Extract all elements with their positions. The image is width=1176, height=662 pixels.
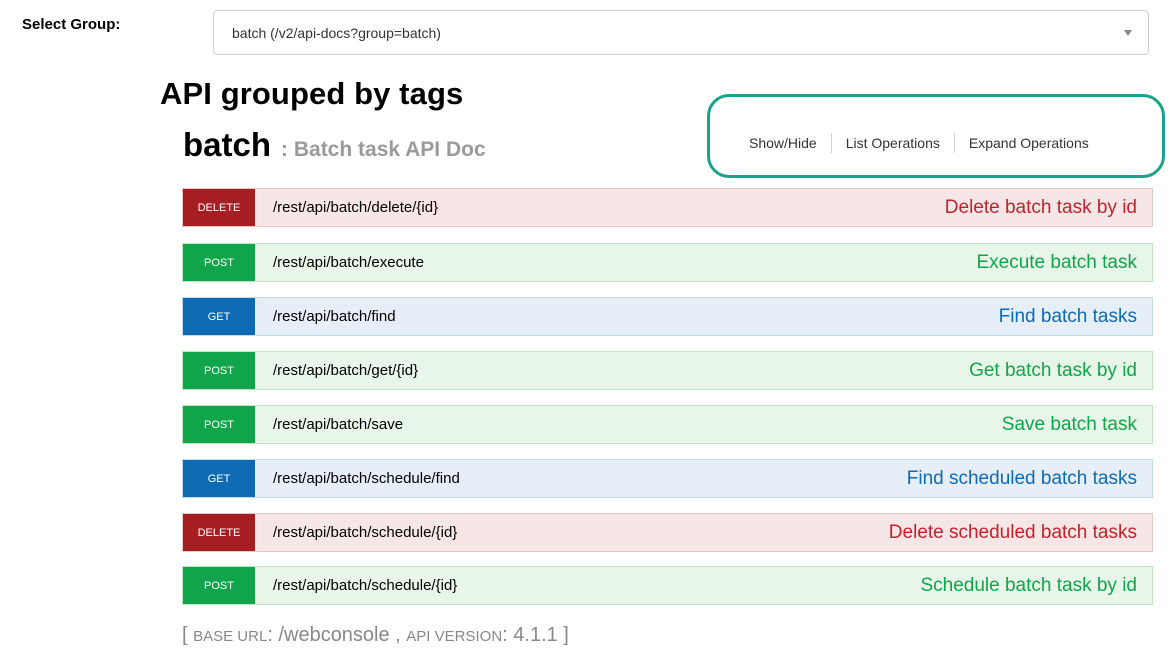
select-group-label: Select Group: [22, 16, 121, 33]
operation-path[interactable]: /rest/api/batch/find [273, 308, 999, 325]
operation-path[interactable]: /rest/api/batch/schedule/{id} [273, 524, 889, 541]
operation-summary[interactable]: Schedule batch task by id [920, 575, 1137, 597]
operation-path[interactable]: /rest/api/batch/schedule/find [273, 470, 907, 487]
operation-summary[interactable]: Get batch task by id [969, 360, 1137, 382]
operation-row[interactable]: POST /rest/api/batch/execute Execute bat… [182, 243, 1153, 282]
operation-row[interactable]: POST /rest/api/batch/schedule/{id} Sched… [182, 566, 1153, 605]
http-method-badge[interactable]: GET [183, 460, 255, 497]
http-method-badge[interactable]: DELETE [183, 189, 255, 226]
operation-summary[interactable]: Find batch tasks [999, 306, 1137, 328]
operation-summary[interactable]: Execute batch task [976, 252, 1137, 274]
operation-path[interactable]: /rest/api/batch/execute [273, 254, 976, 271]
http-method-badge[interactable]: POST [183, 567, 255, 604]
show-hide-link[interactable]: Show/Hide [735, 135, 831, 151]
operation-row[interactable]: DELETE /rest/api/batch/delete/{id} Delet… [182, 188, 1153, 227]
group-select-dropdown[interactable]: batch (/v2/api-docs?group=batch) [213, 10, 1149, 55]
base-info-open: [ [182, 624, 194, 646]
api-version-value: : 4.1.1 ] [502, 624, 569, 646]
tag-description: : Batch task API Doc [281, 138, 486, 161]
http-method-badge[interactable]: DELETE [183, 514, 255, 551]
http-method-badge[interactable]: POST [183, 352, 255, 389]
chevron-down-icon[interactable] [1124, 30, 1132, 36]
operation-path[interactable]: /rest/api/batch/get/{id} [273, 362, 969, 379]
group-select-value: batch (/v2/api-docs?group=batch) [232, 24, 441, 41]
operation-summary[interactable]: Delete scheduled batch tasks [889, 522, 1137, 544]
tag-heading: batch : Batch task API Doc [183, 126, 486, 164]
tag-name-link[interactable]: batch [183, 126, 271, 164]
page-title: API grouped by tags [160, 76, 464, 111]
http-method-badge[interactable]: GET [183, 298, 255, 335]
expand-operations-link[interactable]: Expand Operations [955, 135, 1089, 151]
operation-row[interactable]: GET /rest/api/batch/schedule/find Find s… [182, 459, 1153, 498]
base-url-info: [ BASE URL: /webconsole , API VERSION: 4… [182, 624, 569, 647]
operation-summary[interactable]: Find scheduled batch tasks [907, 468, 1137, 490]
base-url-label: BASE URL [193, 628, 268, 645]
operation-links: Show/Hide List Operations Expand Operati… [735, 133, 1089, 153]
api-version-label: API VERSION [406, 628, 503, 645]
operation-summary[interactable]: Save batch task [1002, 414, 1137, 436]
http-method-badge[interactable]: POST [183, 244, 255, 281]
operation-row[interactable]: GET /rest/api/batch/find Find batch task… [182, 297, 1153, 336]
operation-summary[interactable]: Delete batch task by id [945, 197, 1137, 219]
operation-row[interactable]: POST /rest/api/batch/save Save batch tas… [182, 405, 1153, 444]
operation-path[interactable]: /rest/api/batch/save [273, 416, 1002, 433]
operation-path[interactable]: /rest/api/batch/delete/{id} [273, 199, 945, 216]
http-method-badge[interactable]: POST [183, 406, 255, 443]
list-operations-link[interactable]: List Operations [832, 135, 954, 151]
base-url-value: : /webconsole , [267, 624, 407, 646]
operation-path[interactable]: /rest/api/batch/schedule/{id} [273, 577, 920, 594]
operation-row[interactable]: POST /rest/api/batch/get/{id} Get batch … [182, 351, 1153, 390]
operation-row[interactable]: DELETE /rest/api/batch/schedule/{id} Del… [182, 513, 1153, 552]
